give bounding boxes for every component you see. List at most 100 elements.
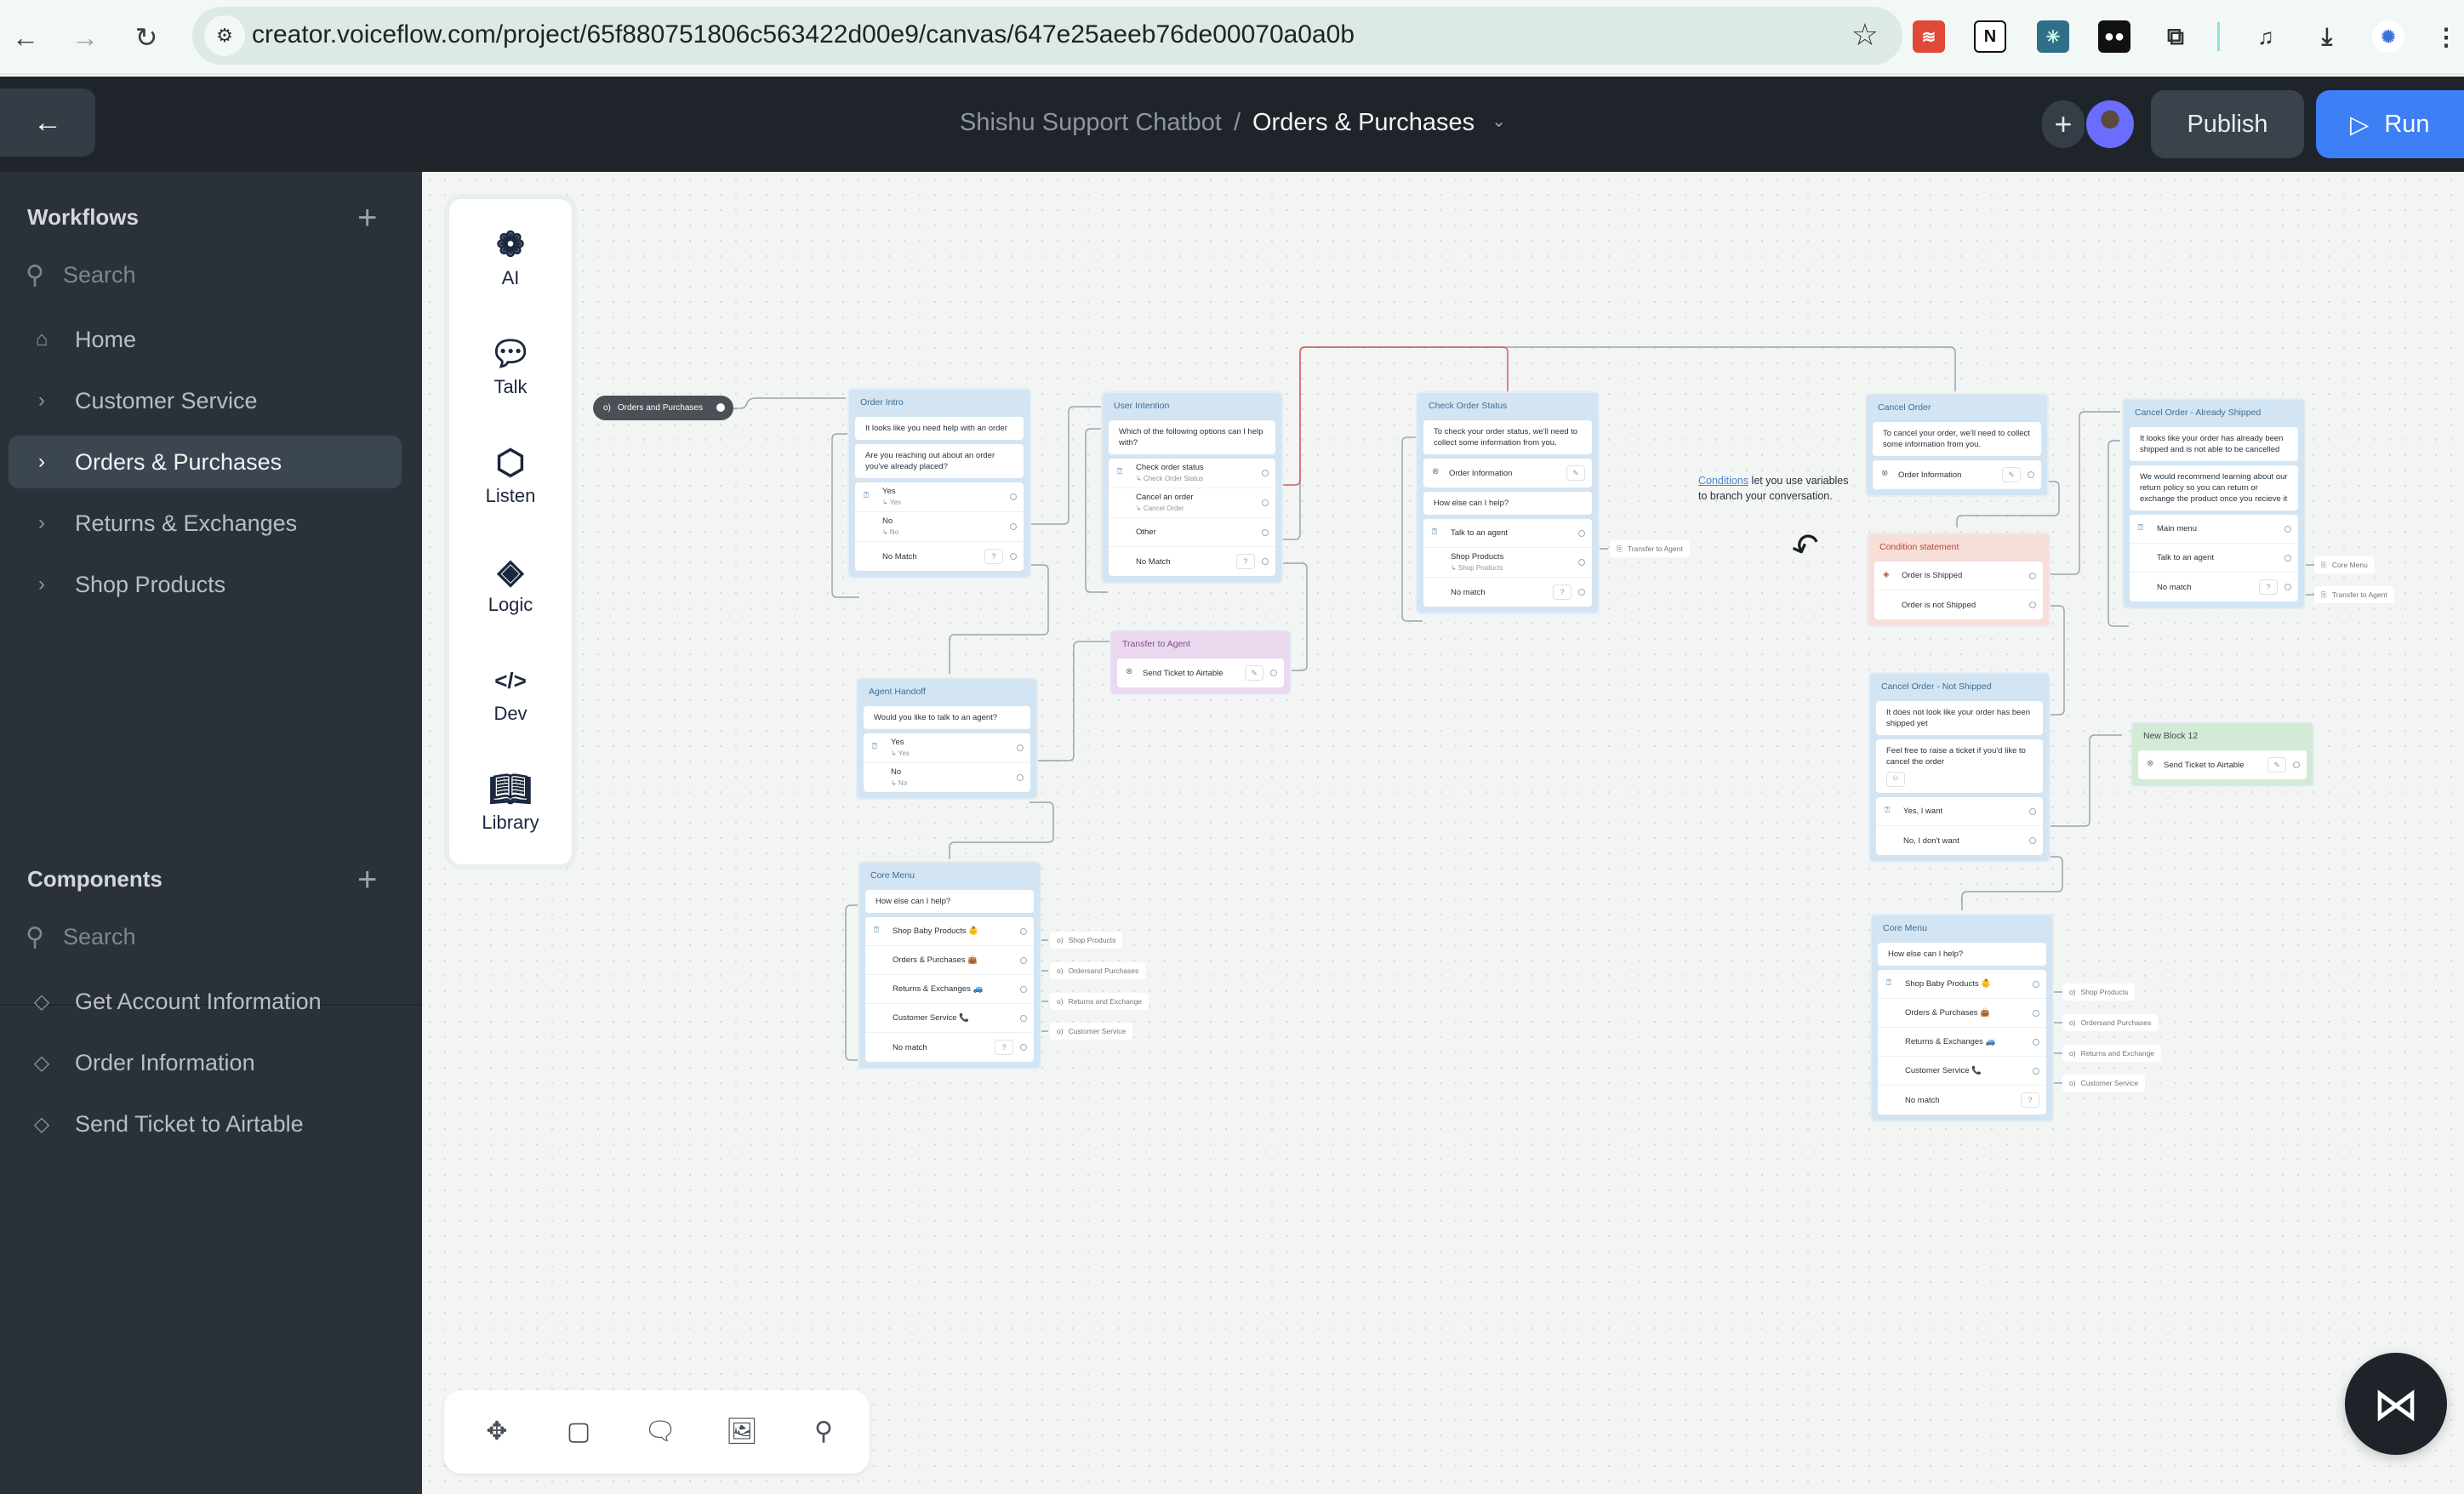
goto-tag[interactable]: o) Shop Products [2062,984,2136,1001]
search-icon[interactable]: ⚲ [805,1412,842,1450]
block-condition-statement[interactable]: Condition statement ◈ Order is Shipped Or… [1867,533,2050,627]
message-step[interactable]: How else can I help? [1423,492,1592,515]
sticky-note-icon[interactable]: ▢ [560,1412,597,1450]
bookmark-star-icon[interactable]: ☆ [1851,17,1879,53]
port[interactable] [1578,559,1585,566]
help-bubble-icon[interactable]: ? [2021,1092,2039,1108]
choice-other[interactable]: Other [1109,518,1275,547]
port[interactable] [2033,980,2039,988]
block-check-order-status[interactable]: Check Order Status To check your order s… [1416,391,1600,614]
choice-step[interactable]: ⍰ Yes ↳ Yes No ↳ No No Match? [855,482,1024,571]
download-icon[interactable]: ⤓ [2311,20,2343,53]
goto-tag[interactable]: ⎘ Core Menu [2314,556,2375,573]
tool-talk[interactable]: 💬︎ Talk [449,334,572,398]
port[interactable] [2033,1009,2039,1017]
choice-returns[interactable]: Returns & Exchanges 🚙 [865,975,1034,1004]
message-step[interactable]: How else can I help? [1878,943,2046,966]
port[interactable] [1270,670,1277,676]
choice-talk-agent[interactable]: Talk to an agent [2130,544,2298,573]
media-control-icon[interactable]: ♫ [2250,20,2282,53]
port[interactable] [1020,1014,1027,1022]
port[interactable] [2033,1038,2039,1046]
choice-main-menu[interactable]: ⍰ Main menu [2130,515,2298,544]
message-step[interactable]: It does not look like your order has bee… [1876,701,2043,735]
port[interactable] [1010,553,1017,560]
port[interactable] [2029,837,2036,844]
components-search-input[interactable]: ⚲ Search [26,922,136,952]
choice-shop[interactable]: ⍰ Shop Baby Products 👶 [1878,970,2046,999]
choice-customer-service[interactable]: Customer Service 📞 [1878,1057,2046,1086]
browser-menu-icon[interactable]: ⋮ [2430,20,2462,53]
help-bubble-icon[interactable]: ? [984,549,1003,564]
edit-icon[interactable]: ✎ [1245,665,1263,681]
choice-step[interactable]: ⍰ Talk to an agent Shop Products ↳ Shop Pr… [1423,519,1592,607]
port[interactable] [1262,558,1269,565]
message-step[interactable]: How else can I help? [865,890,1034,913]
start-node-orders-purchases[interactable]: o) Orders and Purchases [593,396,733,420]
choice-no[interactable]: No ↳ No [864,763,1030,792]
message-step[interactable]: Are you reaching out about an order you'… [855,444,1024,478]
sidebar-item-orders-purchases[interactable]: › Orders & Purchases [9,436,402,488]
tool-listen[interactable]: ⬡ Listen [449,442,572,507]
run-button[interactable]: ▷ Run [2316,90,2464,158]
goto-tag[interactable]: ⎘ Transfer to Agent [1610,540,1690,557]
goto-tag[interactable]: o) Returns and Exchange [1050,993,1149,1010]
goto-tag[interactable]: o) Shop Products [1050,932,1123,949]
roam-extension-icon[interactable]: ●● [2098,20,2130,53]
tool-logic[interactable]: ◈ Logic [449,551,572,616]
choice-no[interactable]: No ↳ No [855,512,1024,542]
breadcrumb-project[interactable]: Shishu Support Chatbot [960,109,1222,136]
block-user-intention[interactable]: User Intention Which of the following op… [1101,391,1283,584]
goto-tag[interactable]: o) Customer Service [1050,1023,1133,1040]
port[interactable] [2284,584,2291,590]
user-avatar[interactable] [2086,100,2134,148]
emoji-icon[interactable]: ☺ [1886,772,1905,787]
choice-yes[interactable]: ⍰ Yes ↳ Yes [864,733,1030,763]
choice-check-status[interactable]: ⍰ Check order status ↳ Check Order Status [1109,459,1275,488]
goto-tag[interactable]: ⎘ Transfer to Agent [2314,586,2394,603]
port[interactable] [2033,1067,2039,1075]
component-step[interactable]: ⊗ Order Information ✎ [1873,460,2041,489]
port[interactable] [2029,572,2036,579]
invite-plus-button[interactable]: + [2042,100,2085,148]
tool-library[interactable]: 📖︎ Library [449,769,572,834]
port[interactable] [1017,774,1024,781]
component-send-ticket-airtable[interactable]: ◇ Send Ticket to Airtable [9,1098,402,1150]
message-step[interactable]: Which of the following options can I hel… [1109,420,1275,454]
choice-step[interactable]: ⍰ Yes ↳ Yes No ↳ No [864,733,1030,792]
edit-icon[interactable]: ✎ [2002,467,2021,482]
choice-no-match[interactable]: No match? [1423,578,1592,607]
tool-ai[interactable]: ❁ AI [449,225,572,289]
message-step[interactable]: It looks like your order has already bee… [2130,427,2298,461]
browser-reload-icon[interactable]: ↻ [128,19,165,56]
choice-orders[interactable]: Orders & Purchases 👜 [1878,999,2046,1028]
profile-extension-icon[interactable]: ✺ [2372,20,2404,53]
tool-dev[interactable]: </> Dev [449,660,572,725]
browser-back-icon[interactable]: ← [7,19,44,56]
browser-forward-icon[interactable]: → [66,19,104,56]
move-icon[interactable]: ✥ [478,1412,516,1450]
block-new-block-12[interactable]: New Block 12 ⊗ Send Ticket to Airtable ✎ [2130,721,2314,787]
choice-step[interactable]: ⍰ Main menu Talk to an agent No match? [2130,515,2298,602]
chevron-down-icon[interactable]: ⌄ [1492,112,1506,131]
sidebar-item-shop-products[interactable]: › Shop Products [9,558,402,611]
port[interactable] [1020,985,1027,993]
port[interactable] [2029,602,2036,608]
edit-icon[interactable]: ✎ [1566,465,1585,481]
component-step[interactable]: ⊗ Order Information ✎ [1423,459,1592,488]
choice-returns[interactable]: Returns & Exchanges 🚙 [1878,1028,2046,1057]
port[interactable] [2293,761,2300,768]
choice-shop[interactable]: ⍰ Shop Baby Products 👶 [865,917,1034,946]
port[interactable] [1262,470,1269,476]
component-get-account-information[interactable]: ◇ Get Account Information [9,975,402,1028]
goto-tag[interactable]: o) Returns and Exchange [2062,1045,2162,1062]
back-button[interactable]: ← [0,88,95,157]
message-step[interactable]: To check your order status, we'll need t… [1423,420,1592,454]
choice-step[interactable]: ⍰ Shop Baby Products 👶 Orders & Purchases… [1878,970,2046,1115]
port[interactable] [1020,956,1027,964]
message-step[interactable]: To cancel your order, we'll need to coll… [1873,422,2041,456]
message-step[interactable]: We would recommend learning about our re… [2130,465,2298,510]
condition-shipped[interactable]: ◈ Order is Shipped [1874,562,2043,590]
choice-step[interactable]: ⍰ Shop Baby Products 👶 Orders & Purchases… [865,917,1034,1062]
choice-orders[interactable]: Orders & Purchases 👜 [865,946,1034,975]
